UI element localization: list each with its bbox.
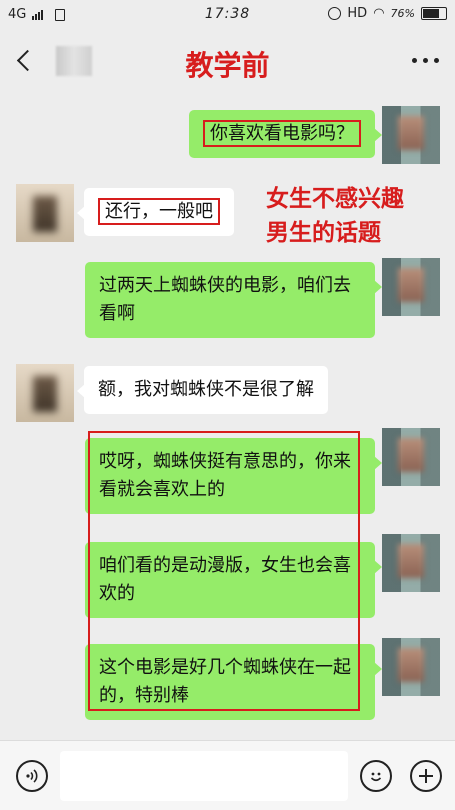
input-bar [0, 740, 455, 810]
plus-glyph [419, 769, 433, 783]
message-text: 哎呀，蜘蛛侠挺有意思的，你来看就会喜欢上的 [99, 451, 351, 500]
battery-fill [423, 9, 439, 18]
message-bubble[interactable]: 咱们看的是动漫版，女生也会喜欢的 [85, 542, 382, 618]
message-bubble[interactable]: 还行，一般吧 [77, 188, 234, 236]
wifi-icon: ◠ [373, 6, 385, 21]
annotation-note: 女生不感兴趣 男生的话题 [266, 182, 404, 250]
avatar[interactable] [16, 184, 74, 242]
message-text: 咱们看的是动漫版，女生也会喜欢的 [99, 555, 351, 604]
annotation-line: 男生的话题 [266, 219, 381, 246]
voice-glyph [26, 769, 38, 783]
voice-icon[interactable] [16, 760, 48, 792]
message-bubble[interactable]: 你喜欢看电影吗？ [189, 110, 382, 158]
avatar[interactable] [382, 106, 440, 164]
message-text: 这个电影是好几个蜘蛛侠在一起的，特别棒 [99, 657, 351, 706]
annotation-line: 女生不感兴趣 [266, 185, 404, 212]
battery-icon [421, 7, 447, 20]
avatar[interactable] [382, 638, 440, 696]
message-text: 额，我对蜘蛛侠不是很了解 [98, 379, 314, 400]
hd-label: HD [347, 6, 368, 21]
status-bar: 4G 17:38 HD ◠ 76% [0, 0, 455, 30]
message-bubble[interactable]: 过两天上蜘蛛侠的电影，咱们去看啊 [85, 262, 382, 338]
emoji-glyph [370, 772, 382, 782]
status-right: HD ◠ 76% [328, 6, 447, 21]
more-dots-icon[interactable] [412, 58, 439, 63]
chat-header: 教学前 [0, 30, 455, 92]
avatar[interactable] [382, 258, 440, 316]
avatar[interactable] [382, 534, 440, 592]
message-input[interactable] [60, 751, 348, 801]
message-bubble[interactable]: 额，我对蜘蛛侠不是很了解 [77, 366, 328, 414]
message-text: 过两天上蜘蛛侠的电影，咱们去看啊 [99, 275, 351, 324]
chat-area[interactable]: 你喜欢看电影吗？ 还行，一般吧 女生不感兴趣 男生的话题 过两天上蜘蛛侠的电影，… [0, 92, 455, 740]
page-title: 教学前 [185, 49, 270, 82]
message-text: 你喜欢看电影吗？ [203, 120, 361, 147]
avatar[interactable] [16, 364, 74, 422]
message-bubble[interactable]: 哎呀，蜘蛛侠挺有意思的，你来看就会喜欢上的 [85, 438, 382, 514]
plus-icon[interactable] [410, 760, 442, 792]
battery-percent: 76% [390, 7, 415, 20]
emoji-icon[interactable] [360, 760, 392, 792]
message-text: 还行，一般吧 [98, 198, 220, 225]
avatar[interactable] [382, 428, 440, 486]
message-bubble[interactable]: 这个电影是好几个蜘蛛侠在一起的，特别棒 [85, 644, 382, 720]
alarm-icon [328, 7, 342, 20]
